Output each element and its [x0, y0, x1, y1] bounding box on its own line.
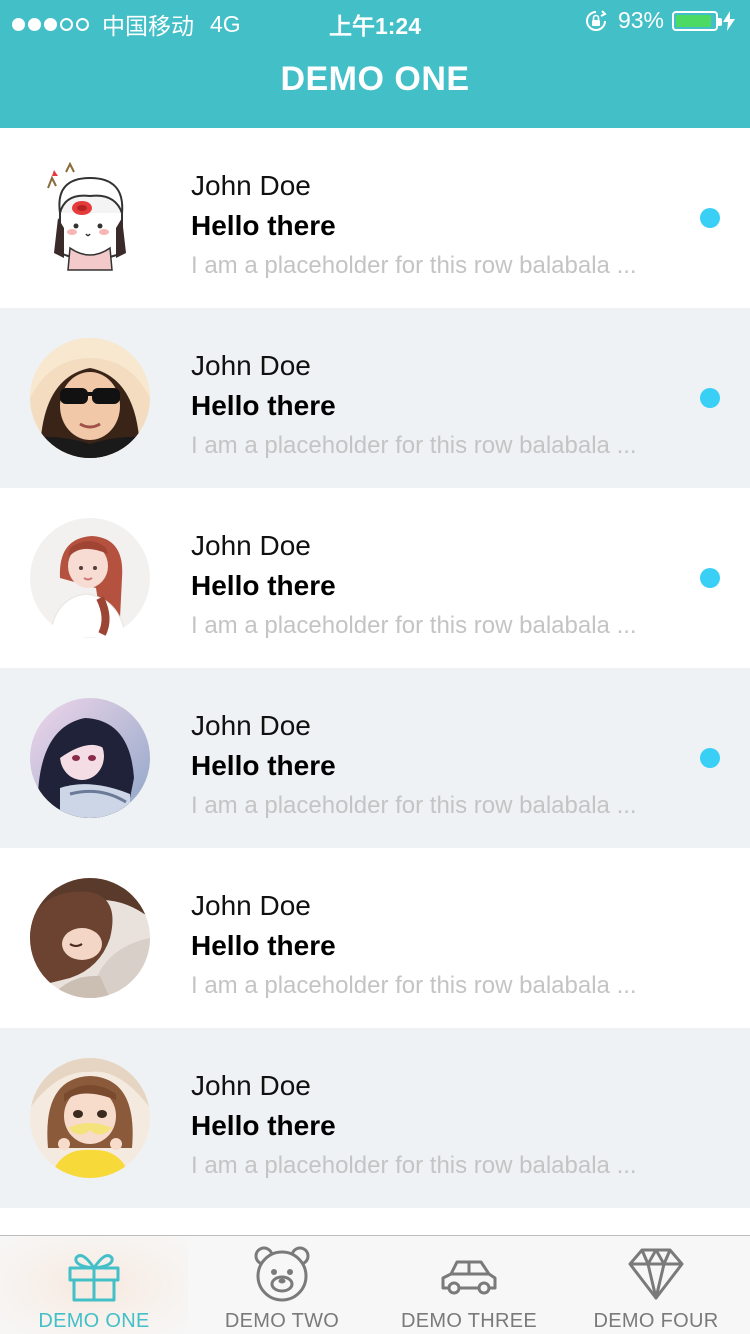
message-title: Hello there	[191, 750, 336, 781]
message-title: Hello there	[191, 210, 336, 241]
gift-icon	[68, 1254, 120, 1302]
avatar	[30, 158, 150, 278]
rotation-lock-icon	[585, 9, 607, 31]
tab-label: DEMO ONE	[38, 1310, 150, 1332]
top-bar: 中国移动 4G 上午1:24 93% DEMO ONE	[0, 0, 750, 128]
list-item[interactable]: John Doe Hello there I am a placeholder …	[0, 488, 750, 668]
battery-fill	[676, 14, 711, 27]
car-icon	[441, 1260, 497, 1295]
message-title: Hello there	[191, 390, 336, 421]
list-item[interactable]: John Doe Hello there I am a placeholder …	[0, 668, 750, 848]
message-preview: I am a placeholder for this row balabala…	[191, 792, 637, 819]
list-item[interactable]: John Doe Hello there I am a placeholder …	[0, 1028, 750, 1208]
contact-name: John Doe	[191, 710, 311, 741]
unread-indicator	[700, 748, 720, 768]
avatar	[30, 878, 150, 998]
contact-name: John Doe	[191, 170, 311, 201]
tab-demo-two[interactable]: DEMO TWO	[188, 1236, 376, 1334]
message-title: Hello there	[191, 570, 336, 601]
avatar	[30, 698, 150, 818]
bear-icon	[254, 1246, 310, 1302]
unread-indicator	[700, 568, 720, 588]
tab-label: DEMO FOUR	[593, 1310, 719, 1332]
unread-indicator	[700, 388, 720, 408]
tab-demo-four[interactable]: DEMO FOUR	[562, 1236, 750, 1334]
message-preview: I am a placeholder for this row balabala…	[191, 252, 637, 279]
message-preview: I am a placeholder for this row balabala…	[191, 972, 637, 999]
contact-name: John Doe	[191, 350, 311, 381]
battery-percent: 93%	[617, 7, 664, 33]
tab-demo-one[interactable]: DEMO ONE	[0, 1236, 188, 1334]
status-bar: 中国移动 4G 上午1:24 93%	[0, 0, 750, 40]
message-title: Hello there	[191, 930, 336, 961]
message-preview: I am a placeholder for this row balabala…	[191, 612, 637, 639]
tab-label: DEMO TWO	[224, 1310, 340, 1332]
message-preview: I am a placeholder for this row balabala…	[191, 1152, 637, 1179]
tab-bar: DEMO ONE DEMO TWO DEMO THREE DEMO FOUR	[0, 1235, 750, 1334]
avatar	[30, 338, 150, 458]
list-item[interactable]: John Doe Hello there I am a placeholder …	[0, 308, 750, 488]
avatar	[30, 518, 150, 638]
contact-name: John Doe	[191, 1070, 311, 1101]
battery-icon	[672, 10, 722, 31]
unread-indicator	[700, 208, 720, 228]
contact-name: John Doe	[191, 890, 311, 921]
message-list: John Doe Hello there I am a placeholder …	[0, 128, 750, 1208]
message-preview: I am a placeholder for this row balabala…	[191, 432, 637, 459]
status-right: 93%	[584, 7, 736, 34]
charging-bolt-icon	[723, 10, 735, 31]
list-item[interactable]: John Doe Hello there I am a placeholder …	[0, 848, 750, 1028]
diamond-icon	[628, 1248, 684, 1300]
tab-label: DEMO THREE	[401, 1310, 537, 1332]
page-title: DEMO ONE	[280, 60, 470, 98]
list-item[interactable]: John Doe Hello there I am a placeholder …	[0, 128, 750, 308]
contact-name: John Doe	[191, 530, 311, 561]
avatar	[30, 1058, 150, 1178]
message-title: Hello there	[191, 1110, 336, 1141]
tab-demo-three[interactable]: DEMO THREE	[376, 1236, 562, 1334]
